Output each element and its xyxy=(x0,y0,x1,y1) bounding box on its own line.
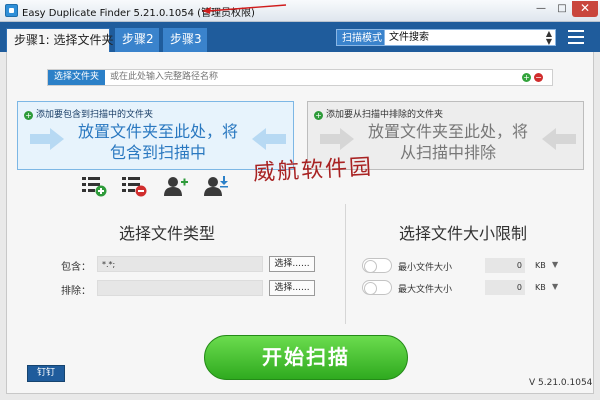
spinner-arrows-icon: ▲ ▼ xyxy=(545,29,552,46)
watermark-text: 威航软件园 xyxy=(252,154,374,187)
min-size-input[interactable]: 0 xyxy=(485,258,525,273)
add-path-icon[interactable]: + xyxy=(522,73,531,82)
add-user-icon[interactable] xyxy=(163,175,189,197)
max-size-label: 最大文件大小 xyxy=(398,285,453,295)
include-label: 包含： xyxy=(61,262,91,273)
include-types-input[interactable] xyxy=(97,256,263,272)
choose-exclude-button[interactable]: 选择...... xyxy=(269,280,315,296)
min-size-toggle[interactable] xyxy=(362,258,392,273)
exclude-dropzone-text: 放置文件夹至此处，将 从扫描中排除 xyxy=(367,122,528,162)
min-size-label: 最小文件大小 xyxy=(398,263,453,273)
min-size-unit-dropdown-icon[interactable]: ▼ xyxy=(552,260,558,269)
scan-mode-value: 文件搜索 xyxy=(389,32,429,43)
file-type-title: 选择文件类型 xyxy=(119,224,216,243)
start-scan-button[interactable]: 开始扫描 xyxy=(204,335,408,380)
header-bar: 步骤1: 选择文件夹 步骤2 步骤3 扫描模式 文件搜索 ▲ ▼ xyxy=(0,22,600,52)
max-size-input[interactable]: 0 xyxy=(485,280,525,295)
title-bar: Easy Duplicate Finder 5.21.0.1054 (管理员权限… xyxy=(0,0,600,22)
exclude-label: 排除： xyxy=(61,286,91,297)
close-button[interactable]: ✕ xyxy=(572,1,598,17)
tab-step2[interactable]: 步骤2 xyxy=(115,28,159,52)
scan-mode-select[interactable]: 文件搜索 ▲ ▼ xyxy=(384,29,556,46)
remove-list-icon[interactable] xyxy=(121,175,147,197)
choose-include-button[interactable]: 选择...... xyxy=(269,256,315,272)
pin-button[interactable]: 钉钉 xyxy=(27,365,65,382)
section-divider xyxy=(345,204,346,324)
min-size-unit: KB xyxy=(535,261,546,270)
download-user-icon[interactable] xyxy=(203,175,229,197)
include-dropzone-text: 放置文件夹至此处，将 包含到扫描中 xyxy=(77,122,238,162)
exclude-types-input[interactable] xyxy=(97,280,263,296)
path-input[interactable] xyxy=(110,70,490,85)
scan-mode-label: 扫描模式 xyxy=(336,29,388,46)
add-list-icon[interactable] xyxy=(81,175,107,197)
max-size-unit-dropdown-icon[interactable]: ▼ xyxy=(552,282,558,291)
arrow-left-icon xyxy=(252,128,286,150)
app-icon xyxy=(5,4,18,17)
arrow-right-icon xyxy=(320,128,354,150)
tab-step1[interactable]: 步骤1: 选择文件夹 xyxy=(6,28,114,52)
include-dropzone-header: + 添加要包含到扫描中的文件夹 xyxy=(24,110,154,120)
version-label: V 5.21.0.1054 xyxy=(529,378,593,388)
tab-step3[interactable]: 步骤3 xyxy=(163,28,207,52)
select-folder-button[interactable]: 选择文件夹 xyxy=(48,70,106,85)
add-circle-icon: + xyxy=(24,111,33,120)
path-bar: 选择文件夹 + − xyxy=(47,69,553,86)
arrow-left-icon xyxy=(542,128,576,150)
exclude-dropzone-header: + 添加要从扫描中排除的文件夹 xyxy=(314,110,444,120)
main-panel: 选择文件夹 + − +添加要包含到扫描中的文件夹 放置文件夹至此处，将 包含到扫… xyxy=(6,52,594,394)
hamburger-menu-icon[interactable] xyxy=(568,30,584,44)
max-size-unit: KB xyxy=(535,283,546,292)
minimize-button[interactable]: — xyxy=(530,1,552,17)
annotation-arrow-icon xyxy=(202,4,287,14)
arrow-right-icon xyxy=(30,128,64,150)
max-size-toggle[interactable] xyxy=(362,280,392,295)
remove-path-icon[interactable]: − xyxy=(534,73,543,82)
add-circle-icon: + xyxy=(314,111,323,120)
size-limit-title: 选择文件大小限制 xyxy=(399,224,528,243)
maximize-button[interactable]: □ xyxy=(551,1,573,17)
